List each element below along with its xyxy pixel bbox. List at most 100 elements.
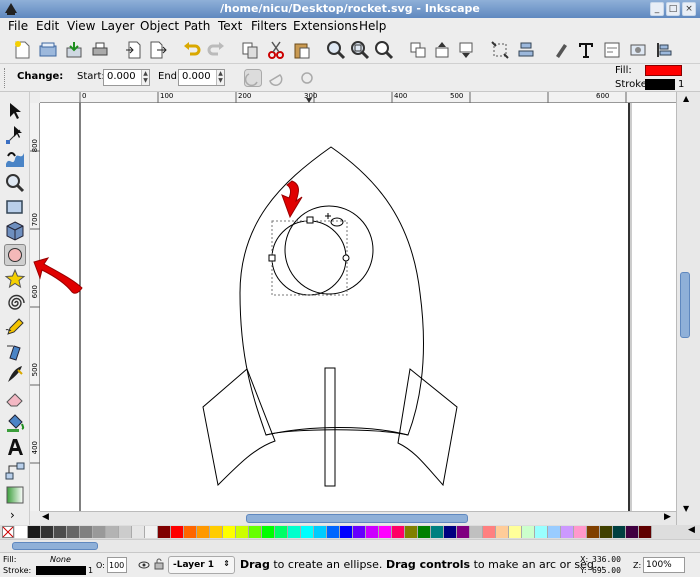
menu-edit[interactable]: Edit xyxy=(36,19,59,33)
lower-icon[interactable] xyxy=(456,40,476,60)
palette-swatch[interactable] xyxy=(405,526,418,538)
print-icon[interactable] xyxy=(90,40,110,60)
palette-swatch[interactable] xyxy=(639,526,652,538)
palette-swatch[interactable] xyxy=(106,526,119,538)
close-button[interactable]: × xyxy=(682,2,696,16)
gradient-tool-icon[interactable] xyxy=(4,484,26,506)
menu-help[interactable]: Help xyxy=(359,19,386,33)
text-tool-icon[interactable] xyxy=(4,436,26,458)
palette-swatch[interactable] xyxy=(223,526,236,538)
connector-tool-icon[interactable] xyxy=(4,460,26,482)
layer-visibility-icon[interactable] xyxy=(138,559,150,571)
layer-dropdown[interactable]: -Layer 1 ⇕ xyxy=(168,556,235,574)
fill-stroke-icon[interactable] xyxy=(552,40,572,60)
opacity-field[interactable]: 100 xyxy=(107,557,127,573)
selector-tool-icon[interactable] xyxy=(4,100,26,122)
scroll-down-icon[interactable]: ▼ xyxy=(683,504,689,513)
palette-swatch[interactable] xyxy=(288,526,301,538)
palette-swatch[interactable] xyxy=(171,526,184,538)
palette-swatch[interactable] xyxy=(249,526,262,538)
pencil-tool-icon[interactable] xyxy=(4,316,26,338)
palette-swatch[interactable] xyxy=(392,526,405,538)
palette-swatch[interactable] xyxy=(548,526,561,538)
zoom-tool-icon[interactable] xyxy=(4,172,26,194)
menu-layer[interactable]: Layer xyxy=(101,19,134,33)
palette-menu-icon[interactable]: ◀ xyxy=(688,525,695,535)
palette-swatch[interactable] xyxy=(522,526,535,538)
cut-icon[interactable] xyxy=(266,40,286,60)
segment-icon[interactable] xyxy=(266,69,284,87)
palette-swatch[interactable] xyxy=(210,526,223,538)
pen-tool-icon[interactable] xyxy=(4,340,26,362)
menu-extensions[interactable]: Extensions xyxy=(293,19,358,33)
palette-swatch[interactable] xyxy=(197,526,210,538)
start-spinner-icon[interactable]: ▲ ▼ xyxy=(141,70,149,85)
horizontal-scrollbar[interactable]: ◀ ▶ xyxy=(40,511,676,525)
palette-swatch[interactable] xyxy=(28,526,41,538)
scroll-left-icon[interactable]: ◀ xyxy=(42,512,49,522)
text-font-icon[interactable] xyxy=(576,40,596,60)
zoom-selection-icon[interactable] xyxy=(326,40,346,60)
drawing-canvas[interactable] xyxy=(40,103,676,511)
expand-toolbox-icon[interactable]: › xyxy=(10,508,15,522)
end-field[interactable]: 0.000 ▲ ▼ xyxy=(178,69,225,86)
export-icon[interactable] xyxy=(148,40,168,60)
save-icon[interactable] xyxy=(64,40,84,60)
palette-swatch[interactable] xyxy=(470,526,483,538)
duplicate-icon[interactable] xyxy=(240,40,260,60)
group-icon[interactable] xyxy=(408,40,428,60)
vertical-scrollbar[interactable]: ▲ ▼ xyxy=(676,92,700,525)
zoom-page-icon[interactable] xyxy=(374,40,394,60)
star-tool-icon[interactable] xyxy=(4,268,26,290)
3d-box-tool-icon[interactable] xyxy=(4,220,26,242)
menu-text[interactable]: Text xyxy=(218,19,242,33)
palette-swatch[interactable] xyxy=(275,526,288,538)
palette-swatch[interactable] xyxy=(431,526,444,538)
no-paint-icon[interactable] xyxy=(2,526,14,538)
palette-swatch[interactable] xyxy=(587,526,600,538)
layer-lock-icon[interactable] xyxy=(153,558,165,570)
palette-swatch[interactable] xyxy=(457,526,470,538)
make-whole-icon[interactable] xyxy=(298,69,316,87)
raise-icon[interactable] xyxy=(432,40,452,60)
end-spinner-icon[interactable]: ▲ ▼ xyxy=(216,70,224,85)
palette-swatch[interactable] xyxy=(262,526,275,538)
palette-swatch[interactable] xyxy=(496,526,509,538)
align-icon[interactable] xyxy=(516,40,536,60)
palette-swatch[interactable] xyxy=(236,526,249,538)
menu-path[interactable]: Path xyxy=(184,19,210,33)
redo-icon[interactable] xyxy=(206,40,226,60)
palette-swatch[interactable] xyxy=(574,526,587,538)
stroke-swatch[interactable] xyxy=(645,79,675,90)
zoom-drawing-icon[interactable] xyxy=(350,40,370,60)
palette-swatch[interactable] xyxy=(67,526,80,538)
align-distribute-icon[interactable] xyxy=(654,40,674,60)
palette-swatch[interactable] xyxy=(509,526,522,538)
start-field[interactable]: 0.000 ▲ ▼ xyxy=(103,69,150,86)
node-tool-icon[interactable] xyxy=(4,124,26,146)
palette-swatch[interactable] xyxy=(80,526,93,538)
palette-swatch[interactable] xyxy=(353,526,366,538)
fill-swatch[interactable] xyxy=(645,65,682,76)
calligraphy-tool-icon[interactable] xyxy=(4,364,26,386)
eraser-tool-icon[interactable] xyxy=(4,388,26,410)
zoom-field[interactable]: 100% xyxy=(643,557,685,573)
spiral-tool-icon[interactable] xyxy=(4,292,26,314)
palette-swatch[interactable] xyxy=(119,526,132,538)
palette-swatch[interactable] xyxy=(535,526,548,538)
palette-swatch[interactable] xyxy=(93,526,106,538)
ellipse-tool[interactable] xyxy=(4,244,26,266)
menu-file[interactable]: File xyxy=(8,19,28,33)
new-document-icon[interactable] xyxy=(12,40,32,60)
palette-swatch[interactable] xyxy=(379,526,392,538)
palette-swatch[interactable] xyxy=(483,526,496,538)
maximize-button[interactable]: □ xyxy=(666,2,680,16)
palette-swatch[interactable] xyxy=(561,526,574,538)
xml-editor-icon[interactable] xyxy=(602,40,622,60)
status-stroke-swatch[interactable] xyxy=(36,566,86,575)
open-icon[interactable] xyxy=(38,40,58,60)
palette-scroll-thumb[interactable] xyxy=(12,542,98,550)
palette-swatch[interactable] xyxy=(613,526,626,538)
palette-swatch[interactable] xyxy=(444,526,457,538)
scroll-right-icon[interactable]: ▶ xyxy=(664,512,671,522)
